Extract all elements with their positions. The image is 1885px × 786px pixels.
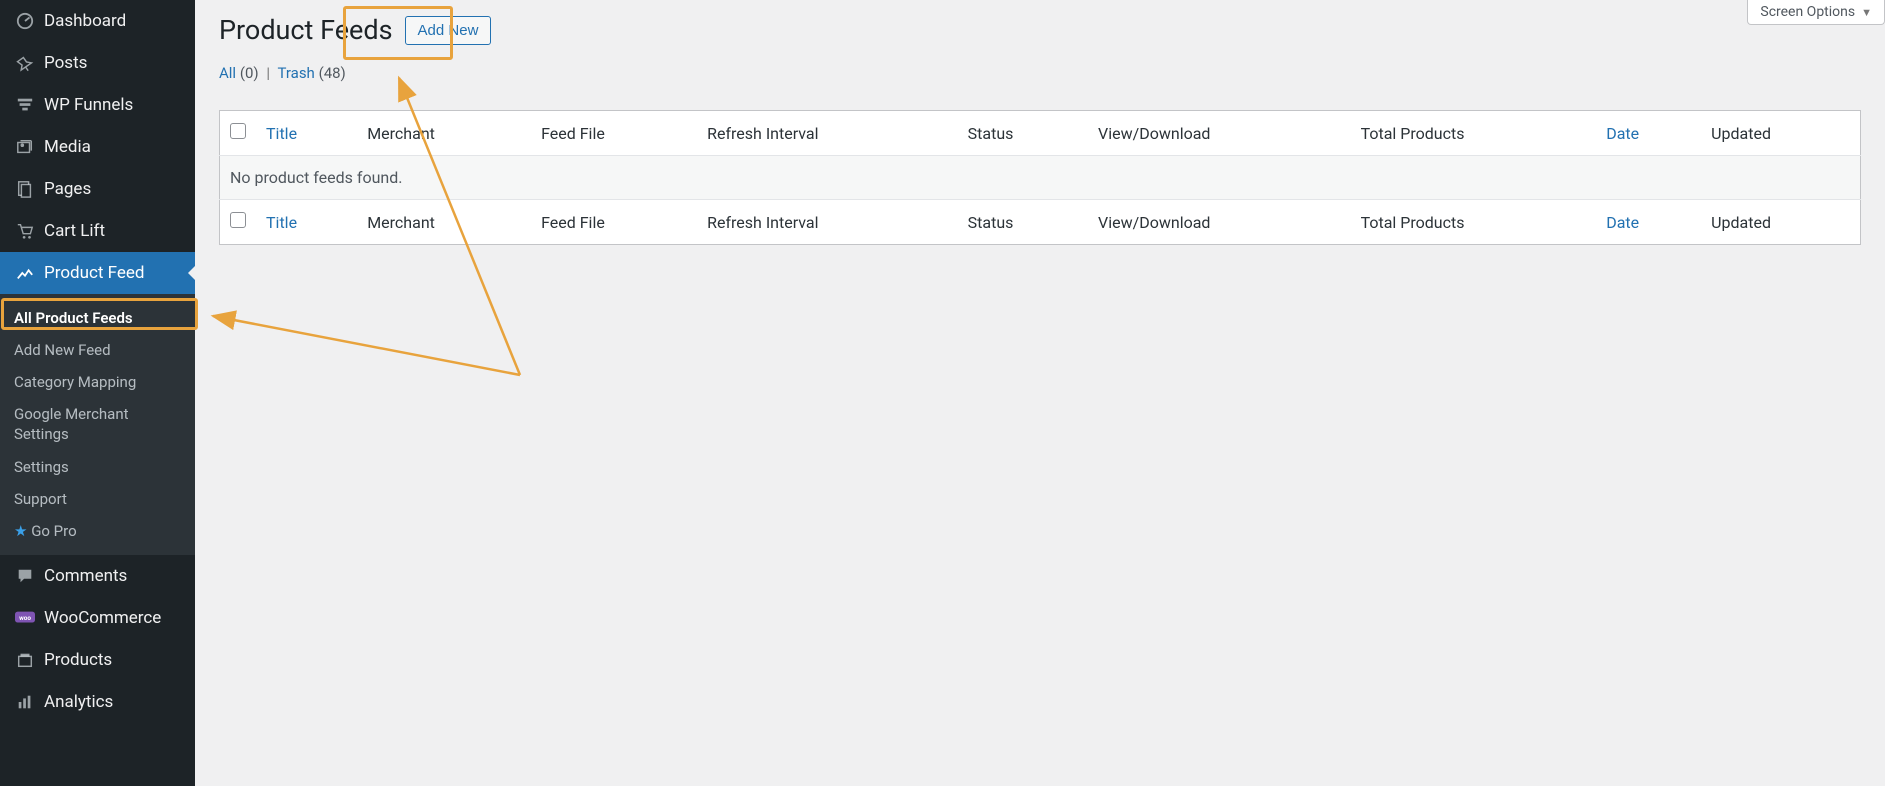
col-viewdl: View/Download bbox=[1088, 111, 1351, 156]
sidebar-item-label: Products bbox=[44, 650, 112, 670]
sidebar-item-productfeed[interactable]: Product Feed bbox=[0, 252, 195, 294]
sidebar-item-label: WP Funnels bbox=[44, 95, 133, 115]
col-merchant: Merchant bbox=[357, 111, 531, 156]
submenu-support[interactable]: Support bbox=[0, 483, 195, 515]
star-icon: ★ bbox=[14, 522, 27, 540]
media-icon bbox=[12, 138, 38, 156]
sidebar-item-label: Media bbox=[44, 137, 91, 157]
submenu-category-mapping[interactable]: Category Mapping bbox=[0, 366, 195, 398]
sidebar-item-cartlift[interactable]: Cart Lift bbox=[0, 210, 195, 252]
sidebar-item-dashboard[interactable]: Dashboard bbox=[0, 0, 195, 42]
sidebar-item-label: Product Feed bbox=[44, 263, 145, 283]
sidebar-item-label: Pages bbox=[44, 179, 91, 199]
comment-icon bbox=[12, 567, 38, 585]
page-icon bbox=[12, 180, 38, 198]
page-title: Product Feeds bbox=[219, 14, 393, 46]
screen-options-label: Screen Options bbox=[1760, 4, 1855, 20]
col-updated: Updated bbox=[1701, 200, 1860, 245]
col-updated: Updated bbox=[1701, 111, 1860, 156]
pin-icon bbox=[12, 54, 38, 72]
col-viewdl: View/Download bbox=[1088, 200, 1351, 245]
sidebar-item-label: Cart Lift bbox=[44, 221, 105, 241]
col-feedfile: Feed File bbox=[531, 111, 697, 156]
list-filter-links: All (0) | Trash (48) bbox=[219, 64, 1861, 82]
submenu-label: Go Pro bbox=[31, 522, 76, 540]
admin-sidebar: Dashboard Posts WP Funnels Media Pages C… bbox=[0, 0, 195, 786]
submenu-all-product-feeds[interactable]: All Product Feeds bbox=[0, 302, 195, 334]
filter-all-link[interactable]: All bbox=[219, 64, 236, 82]
sidebar-item-label: Dashboard bbox=[44, 11, 126, 31]
select-all-checkbox[interactable] bbox=[230, 123, 246, 139]
sidebar-item-wpfunnels[interactable]: WP Funnels bbox=[0, 84, 195, 126]
dashboard-icon bbox=[12, 12, 38, 30]
col-total: Total Products bbox=[1351, 200, 1597, 245]
col-title[interactable]: Title bbox=[256, 200, 357, 245]
sidebar-item-media[interactable]: Media bbox=[0, 126, 195, 168]
products-icon bbox=[12, 651, 38, 669]
select-all-checkbox-footer[interactable] bbox=[230, 212, 246, 228]
col-feedfile: Feed File bbox=[531, 200, 697, 245]
analytics-icon bbox=[12, 693, 38, 711]
sidebar-item-comments[interactable]: Comments bbox=[0, 555, 195, 597]
feed-icon bbox=[12, 264, 38, 282]
col-date[interactable]: Date bbox=[1596, 111, 1701, 156]
sidebar-item-label: Posts bbox=[44, 53, 87, 73]
col-refresh: Refresh Interval bbox=[697, 111, 958, 156]
filter-all-count: (0) bbox=[240, 64, 259, 82]
page-header: Product Feeds Add New bbox=[219, 14, 1861, 46]
col-refresh: Refresh Interval bbox=[697, 200, 958, 245]
screen-options-toggle[interactable]: Screen Options ▼ bbox=[1747, 0, 1885, 25]
woocommerce-icon: woo bbox=[12, 611, 38, 625]
sidebar-submenu-productfeed: All Product Feeds Add New Feed Category … bbox=[0, 294, 195, 555]
col-merchant: Merchant bbox=[357, 200, 531, 245]
sidebar-item-products[interactable]: Products bbox=[0, 639, 195, 681]
sidebar-item-label: WooCommerce bbox=[44, 608, 161, 628]
sidebar-item-label: Comments bbox=[44, 566, 127, 586]
chevron-down-icon: ▼ bbox=[1861, 6, 1872, 19]
funnel-icon bbox=[12, 96, 38, 114]
col-status: Status bbox=[958, 200, 1088, 245]
col-status: Status bbox=[958, 111, 1088, 156]
product-feeds-table: Title Merchant Feed File Refresh Interva… bbox=[219, 110, 1861, 245]
submenu-go-pro[interactable]: ★ Go Pro bbox=[0, 515, 195, 547]
col-total: Total Products bbox=[1351, 111, 1597, 156]
submenu-add-new-feed[interactable]: Add New Feed bbox=[0, 334, 195, 366]
submenu-settings[interactable]: Settings bbox=[0, 451, 195, 483]
col-date[interactable]: Date bbox=[1596, 200, 1701, 245]
filter-trash-count: (48) bbox=[319, 64, 346, 82]
sidebar-item-woocommerce[interactable]: woo WooCommerce bbox=[0, 597, 195, 639]
col-title[interactable]: Title bbox=[256, 111, 357, 156]
separator: | bbox=[262, 64, 274, 82]
add-new-button[interactable]: Add New bbox=[405, 16, 492, 45]
cart-icon bbox=[12, 222, 38, 240]
sidebar-item-label: Analytics bbox=[44, 692, 113, 712]
content-area: Screen Options ▼ Product Feeds Add New A… bbox=[195, 0, 1885, 786]
filter-trash-link[interactable]: Trash bbox=[277, 64, 314, 82]
submenu-google-merchant-settings[interactable]: Google Merchant Settings bbox=[0, 398, 195, 451]
sidebar-item-posts[interactable]: Posts bbox=[0, 42, 195, 84]
empty-row: No product feeds found. bbox=[220, 156, 1861, 200]
sidebar-item-analytics[interactable]: Analytics bbox=[0, 681, 195, 723]
sidebar-item-pages[interactable]: Pages bbox=[0, 168, 195, 210]
svg-text:woo: woo bbox=[19, 614, 31, 622]
